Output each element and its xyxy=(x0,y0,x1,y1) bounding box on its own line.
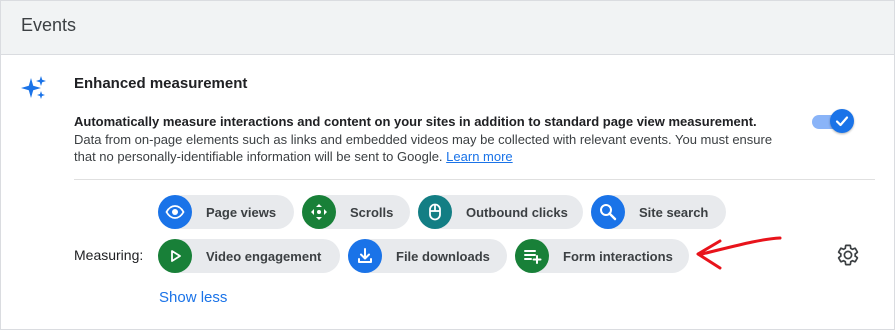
chip-outbound-clicks[interactable]: Outbound clicks xyxy=(418,195,583,229)
learn-more-link[interactable]: Learn more xyxy=(446,149,512,164)
chip-form-interactions[interactable]: Form interactions xyxy=(515,239,689,273)
chip-scrolls[interactable]: Scrolls xyxy=(302,195,410,229)
chip-label: Video engagement xyxy=(206,248,322,264)
card-header: Events xyxy=(1,1,894,55)
enhanced-measurement-toggle[interactable] xyxy=(812,109,854,133)
chip-label: Site search xyxy=(639,204,709,220)
card-title: Events xyxy=(21,15,77,35)
description-lead: Automatically measure interactions and c… xyxy=(74,114,757,129)
description-body: Data from on-page elements such as links… xyxy=(74,131,773,165)
mouse-icon xyxy=(418,195,452,229)
chip-video-engagement[interactable]: Video engagement xyxy=(158,239,340,273)
sparkle-icon xyxy=(21,76,46,99)
chip-label: Page views xyxy=(206,204,277,220)
measuring-label: Measuring: xyxy=(74,247,144,263)
play-icon xyxy=(158,239,192,273)
show-less-link[interactable]: Show less xyxy=(159,289,227,306)
chip-site-search[interactable]: Site search xyxy=(591,195,726,229)
chip-page-views[interactable]: Page views xyxy=(158,195,294,229)
chip-label: Scrolls xyxy=(350,204,394,220)
scroll-arrows-icon xyxy=(302,195,336,229)
annotation-arrow xyxy=(696,236,782,270)
chip-label: Outbound clicks xyxy=(466,204,568,220)
playlist-add-icon xyxy=(515,239,549,273)
eye-icon xyxy=(158,195,192,229)
chip-label: Form interactions xyxy=(563,248,673,264)
search-icon xyxy=(591,195,625,229)
check-icon xyxy=(835,116,849,127)
download-icon xyxy=(348,239,382,273)
chip-label: File downloads xyxy=(396,248,490,264)
chip-file-downloads[interactable]: File downloads xyxy=(348,239,507,273)
section-title: Enhanced measurement xyxy=(74,75,248,92)
section-description: Automatically measure interactions and c… xyxy=(74,113,784,166)
divider xyxy=(74,179,875,180)
toggle-knob xyxy=(830,109,854,133)
gear-icon[interactable] xyxy=(836,243,860,267)
